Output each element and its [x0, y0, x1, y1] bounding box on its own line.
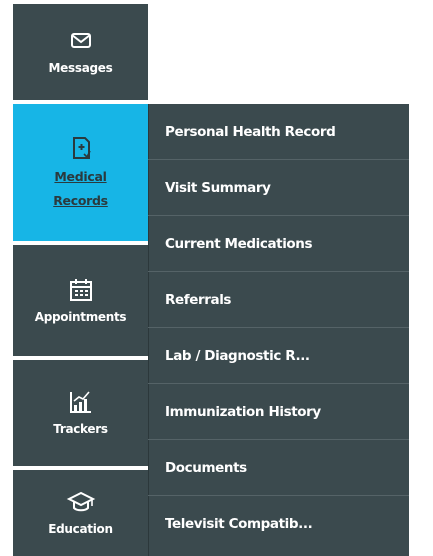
envelope-icon: [70, 33, 91, 48]
submenu-item-referrals[interactable]: Referrals: [148, 272, 409, 328]
nav-item-trackers[interactable]: Trackers: [13, 360, 148, 466]
calendar-icon: [69, 278, 92, 301]
nav-label-records: Records: [53, 192, 108, 208]
nav-item-appointments[interactable]: Appointments: [13, 245, 148, 356]
graduation-cap-icon: [66, 491, 95, 512]
nav-label-messages: Messages: [48, 61, 113, 75]
medical-records-submenu: Personal Health Record Visit Summary Cur…: [148, 104, 409, 556]
submenu-item-current-medications[interactable]: Current Medications: [148, 216, 409, 272]
submenu-item-visit-summary[interactable]: Visit Summary: [148, 160, 409, 216]
nav-label-trackers: Trackers: [53, 422, 108, 436]
nav-item-messages[interactable]: Messages: [13, 4, 148, 100]
chart-icon: [69, 391, 91, 413]
nav-label-medical: Medical: [54, 168, 107, 184]
submenu-item-personal-health-record[interactable]: Personal Health Record: [148, 104, 409, 160]
medical-record-icon: [72, 136, 91, 159]
submenu-item-televisit-compatibility[interactable]: Televisit Compatib...: [148, 496, 409, 552]
nav-item-medical-records[interactable]: Medical Records: [13, 104, 148, 241]
nav-item-education[interactable]: Education: [13, 470, 148, 556]
submenu-item-immunization-history[interactable]: Immunization History: [148, 384, 409, 440]
nav-label-education: Education: [48, 522, 113, 536]
submenu-item-lab-diagnostic[interactable]: Lab / Diagnostic R...: [148, 328, 409, 384]
submenu-item-documents[interactable]: Documents: [148, 440, 409, 496]
nav-label-appointments: Appointments: [34, 309, 127, 324]
